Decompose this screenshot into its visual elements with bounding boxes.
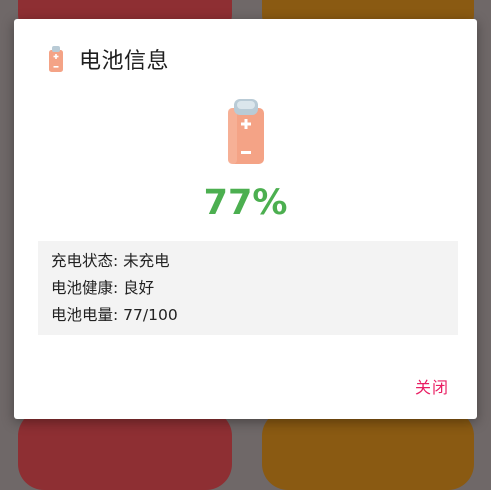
background-card-red-bottom [18, 410, 232, 490]
dialog-title: 电池信息 [79, 49, 170, 74]
battery-level: 电池电量: 77/100 [51, 306, 178, 324]
battery-info-dialog: 电池信息 77% 充电状态: 未充电 电池健康: 良好 电池电量: 77/100… [14, 19, 477, 419]
battery-percentage: 77% [203, 183, 288, 223]
battery-icon [49, 46, 63, 72]
charging-status: 充电状态: 未充电 [51, 252, 170, 270]
battery-details: 充电状态: 未充电 电池健康: 良好 电池电量: 77/100 [38, 241, 458, 335]
large-battery-icon [228, 99, 264, 164]
battery-health: 电池健康: 良好 [51, 279, 155, 297]
dialog-header: 电池信息 [48, 43, 169, 75]
close-button[interactable]: 关闭 [415, 374, 449, 398]
background-card-orange-bottom [262, 410, 474, 490]
